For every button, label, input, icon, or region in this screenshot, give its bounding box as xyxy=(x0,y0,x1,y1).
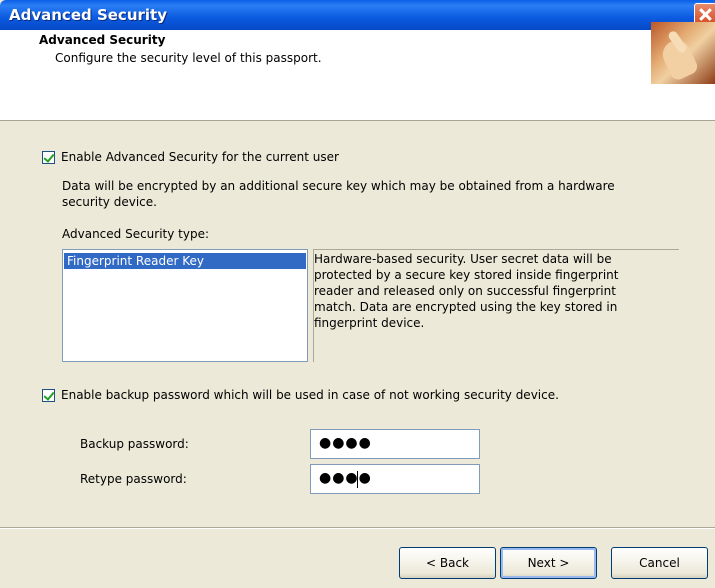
enable-advanced-security-checkbox[interactable] xyxy=(42,151,55,164)
title-bar[interactable]: Advanced Security xyxy=(0,0,715,30)
header-subtitle: Configure the security level of this pas… xyxy=(55,51,322,65)
list-item[interactable]: Fingerprint Reader Key xyxy=(64,253,306,269)
description-line-1: Data will be encrypted by an additional … xyxy=(62,179,615,193)
security-type-details-box: Hardware-based security. User secret dat… xyxy=(313,249,679,362)
back-button[interactable]: < Back xyxy=(399,547,496,579)
enable-backup-password-label[interactable]: Enable backup password which will be use… xyxy=(61,388,559,402)
description-line-2: security device. xyxy=(62,195,157,209)
backup-password-field[interactable]: ●●●● xyxy=(310,429,480,459)
backup-password-label: Backup password: xyxy=(80,437,189,451)
enable-advanced-security-label[interactable]: Enable Advanced Security for the current… xyxy=(61,150,339,164)
window-title: Advanced Security xyxy=(9,6,167,24)
security-type-details: Hardware-based security. User secret dat… xyxy=(314,252,619,330)
enable-backup-password-checkbox[interactable] xyxy=(42,389,55,402)
text-caret xyxy=(357,471,358,488)
retype-password-label: Retype password: xyxy=(80,472,187,486)
cancel-button[interactable]: Cancel xyxy=(611,547,708,579)
header-title: Advanced Security xyxy=(39,33,166,47)
next-button[interactable]: Next > xyxy=(500,547,597,579)
security-type-label: Advanced Security type: xyxy=(62,227,210,241)
footer-divider xyxy=(0,527,715,529)
security-type-list[interactable]: Fingerprint Reader Key xyxy=(62,249,308,362)
hand-fingerprint-icon xyxy=(651,22,715,84)
backup-password-value: ●●●● xyxy=(319,435,372,451)
retype-password-value: ●●●● xyxy=(319,470,372,486)
retype-password-field[interactable]: ●●●● xyxy=(310,464,480,494)
